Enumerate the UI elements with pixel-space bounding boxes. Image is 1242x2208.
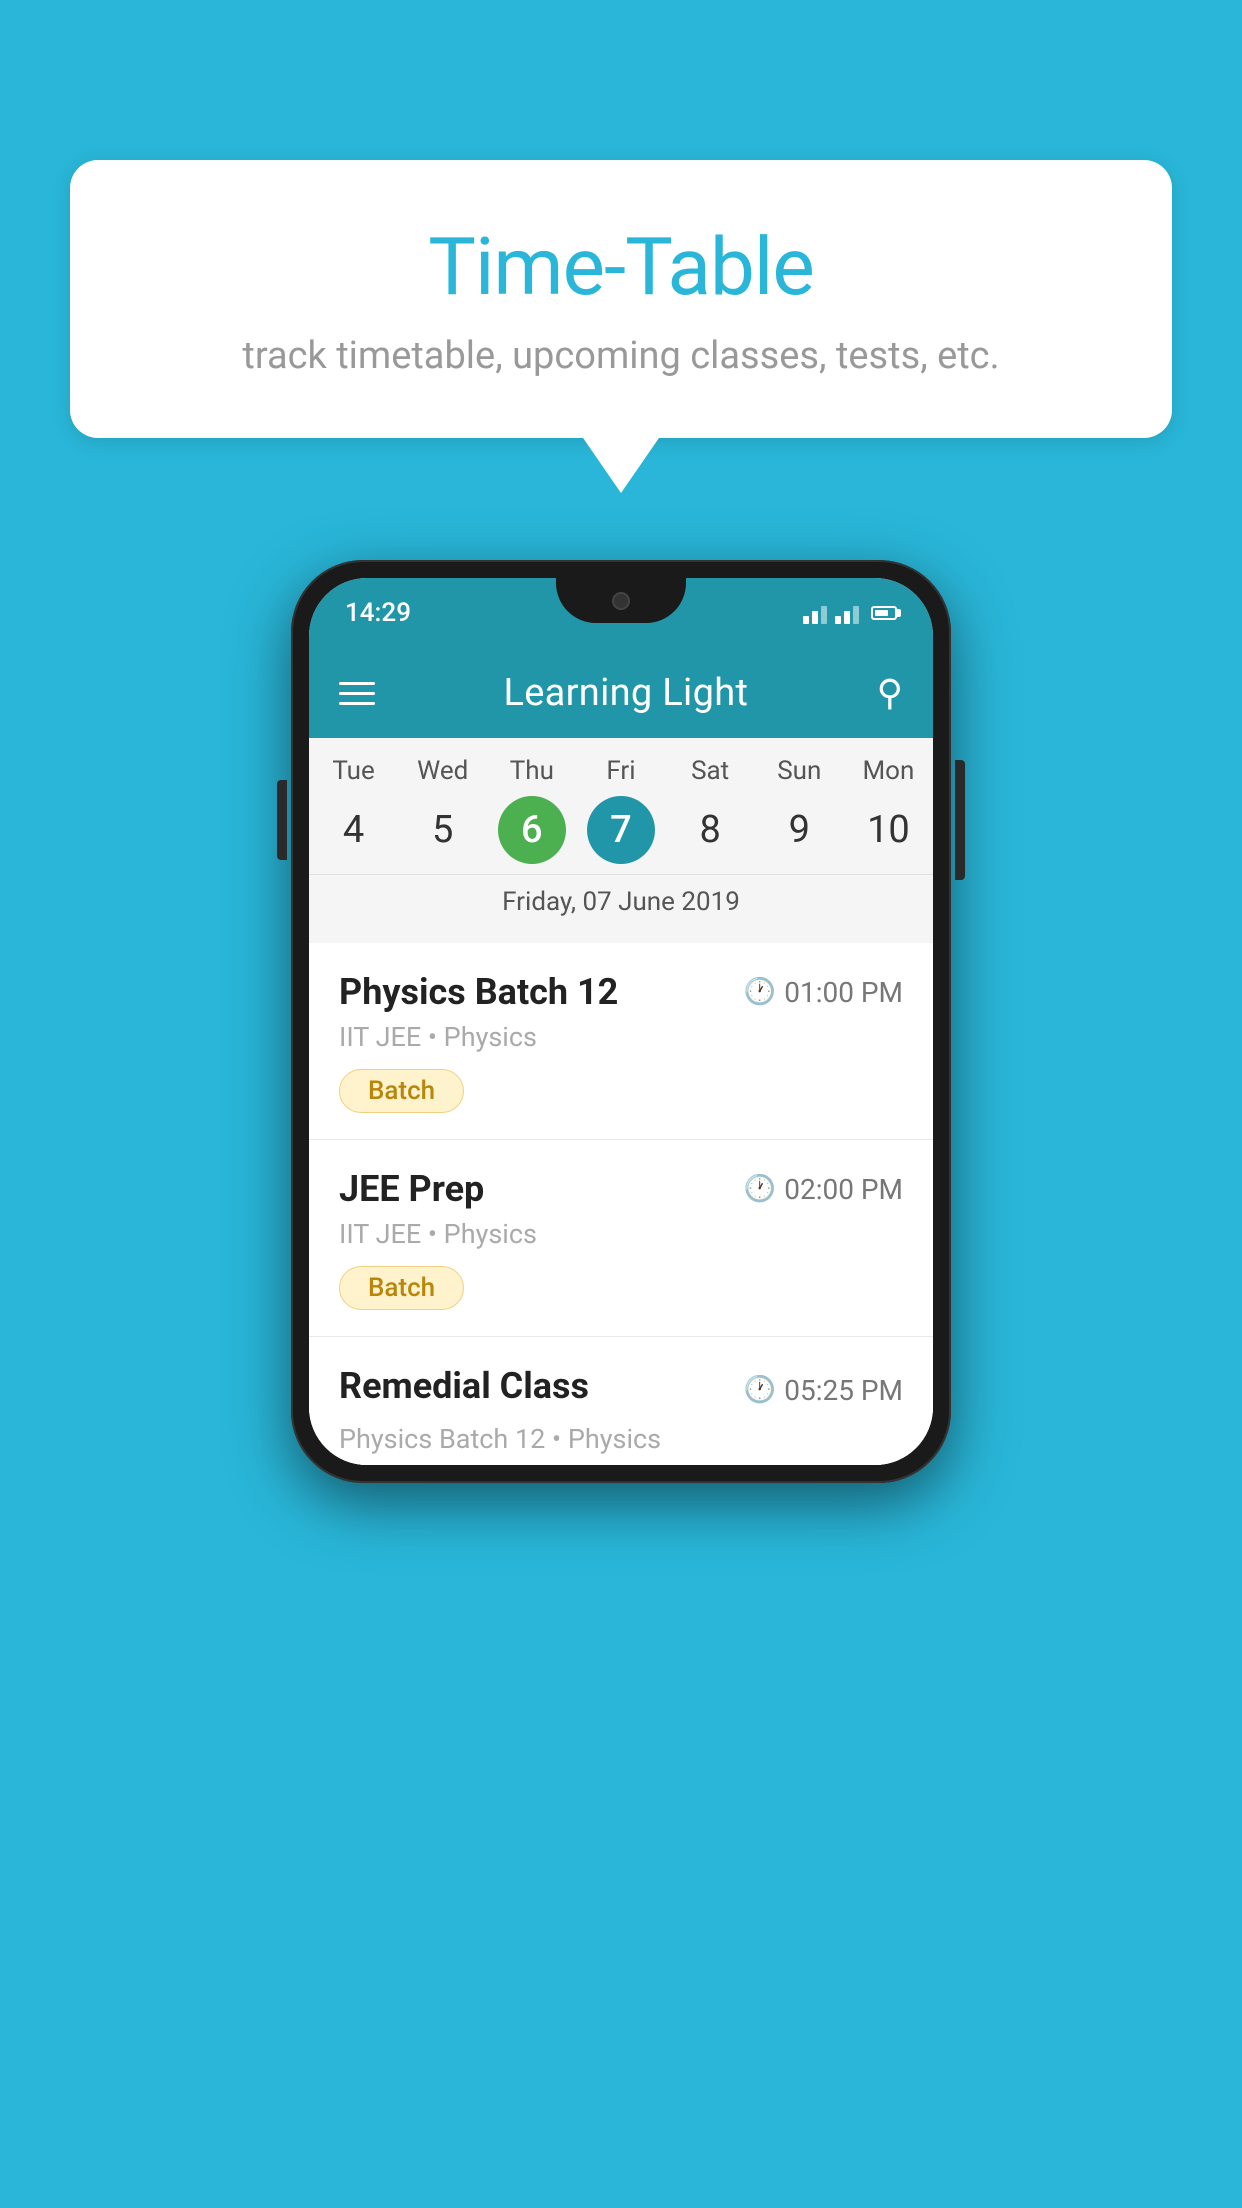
search-button[interactable]: ⚲: [877, 672, 903, 714]
notch: [556, 578, 686, 623]
day-7-selected[interactable]: 7: [587, 796, 655, 864]
schedule-item-3-subtitle: Physics Batch 12 • Physics: [339, 1423, 903, 1455]
schedule-item-3-name: Remedial Class: [339, 1365, 589, 1407]
day-header-tue: Tue: [309, 756, 398, 786]
speech-bubble-container: Time-Table track timetable, upcoming cla…: [70, 160, 1172, 438]
schedule-item-1-top: Physics Batch 12 🕐 01:00 PM: [339, 971, 903, 1013]
schedule-item-1-badge: Batch: [339, 1069, 464, 1113]
status-icons: [803, 602, 897, 624]
selected-date-label: Friday, 07 June 2019: [309, 874, 933, 933]
day-header-thu: Thu: [487, 756, 576, 786]
schedule-item-1-time: 🕐 01:00 PM: [744, 976, 903, 1009]
speech-bubble: Time-Table track timetable, upcoming cla…: [70, 160, 1172, 438]
schedule-item-3[interactable]: Remedial Class 🕐 05:25 PM Physics Batch …: [309, 1337, 933, 1465]
day-header-fri: Fri: [576, 756, 665, 786]
calendar-strip: Tue Wed Thu Fri Sat Sun Mon 4 5 6 7 8 9 …: [309, 738, 933, 943]
day-5[interactable]: 5: [398, 794, 487, 866]
schedule-item-1-name: Physics Batch 12: [339, 971, 618, 1013]
day-8[interactable]: 8: [666, 794, 755, 866]
phone-outer: 14:29 Learnin: [291, 560, 951, 1483]
phone-screen: 14:29 Learnin: [309, 578, 933, 1465]
battery-icon: [871, 606, 897, 620]
app-title: Learning Light: [503, 671, 748, 715]
schedule-list: Physics Batch 12 🕐 01:00 PM IIT JEE • Ph…: [309, 943, 933, 1465]
day-headers: Tue Wed Thu Fri Sat Sun Mon: [309, 756, 933, 786]
camera: [612, 592, 630, 610]
clock-icon-3: 🕐: [744, 1375, 776, 1405]
clock-icon-2: 🕐: [744, 1174, 776, 1204]
day-9[interactable]: 9: [755, 794, 844, 866]
day-header-mon: Mon: [844, 756, 933, 786]
day-header-wed: Wed: [398, 756, 487, 786]
clock-icon-1: 🕐: [744, 977, 776, 1007]
day-10[interactable]: 10: [844, 794, 933, 866]
schedule-item-1-subtitle: IIT JEE • Physics: [339, 1021, 903, 1053]
day-header-sun: Sun: [755, 756, 844, 786]
day-numbers: 4 5 6 7 8 9 10: [309, 794, 933, 866]
schedule-item-2-time-text: 02:00 PM: [784, 1173, 903, 1206]
schedule-item-2-badge: Batch: [339, 1266, 464, 1310]
day-header-sat: Sat: [666, 756, 755, 786]
page-title: Time-Table: [110, 220, 1132, 314]
status-bar: 14:29: [309, 578, 933, 648]
status-time: 14:29: [345, 598, 411, 628]
schedule-item-2[interactable]: JEE Prep 🕐 02:00 PM IIT JEE • Physics Ba…: [309, 1140, 933, 1337]
menu-button[interactable]: [339, 682, 375, 705]
wifi-icon: [803, 602, 827, 624]
schedule-item-3-top: Remedial Class 🕐 05:25 PM: [339, 1365, 903, 1415]
day-4[interactable]: 4: [309, 794, 398, 866]
day-6-today[interactable]: 6: [498, 796, 566, 864]
schedule-item-3-time: 🕐 05:25 PM: [744, 1374, 903, 1407]
schedule-item-1[interactable]: Physics Batch 12 🕐 01:00 PM IIT JEE • Ph…: [309, 943, 933, 1140]
schedule-item-1-time-text: 01:00 PM: [784, 976, 903, 1009]
schedule-item-2-top: JEE Prep 🕐 02:00 PM: [339, 1168, 903, 1210]
schedule-item-3-time-text: 05:25 PM: [784, 1374, 903, 1407]
phone-mockup: 14:29 Learnin: [291, 560, 951, 1483]
schedule-item-2-time: 🕐 02:00 PM: [744, 1173, 903, 1206]
app-header: Learning Light ⚲: [309, 648, 933, 738]
schedule-item-2-subtitle: IIT JEE • Physics: [339, 1218, 903, 1250]
page-subtitle: track timetable, upcoming classes, tests…: [110, 334, 1132, 378]
schedule-item-2-name: JEE Prep: [339, 1168, 484, 1210]
signal-icon: [835, 602, 859, 624]
